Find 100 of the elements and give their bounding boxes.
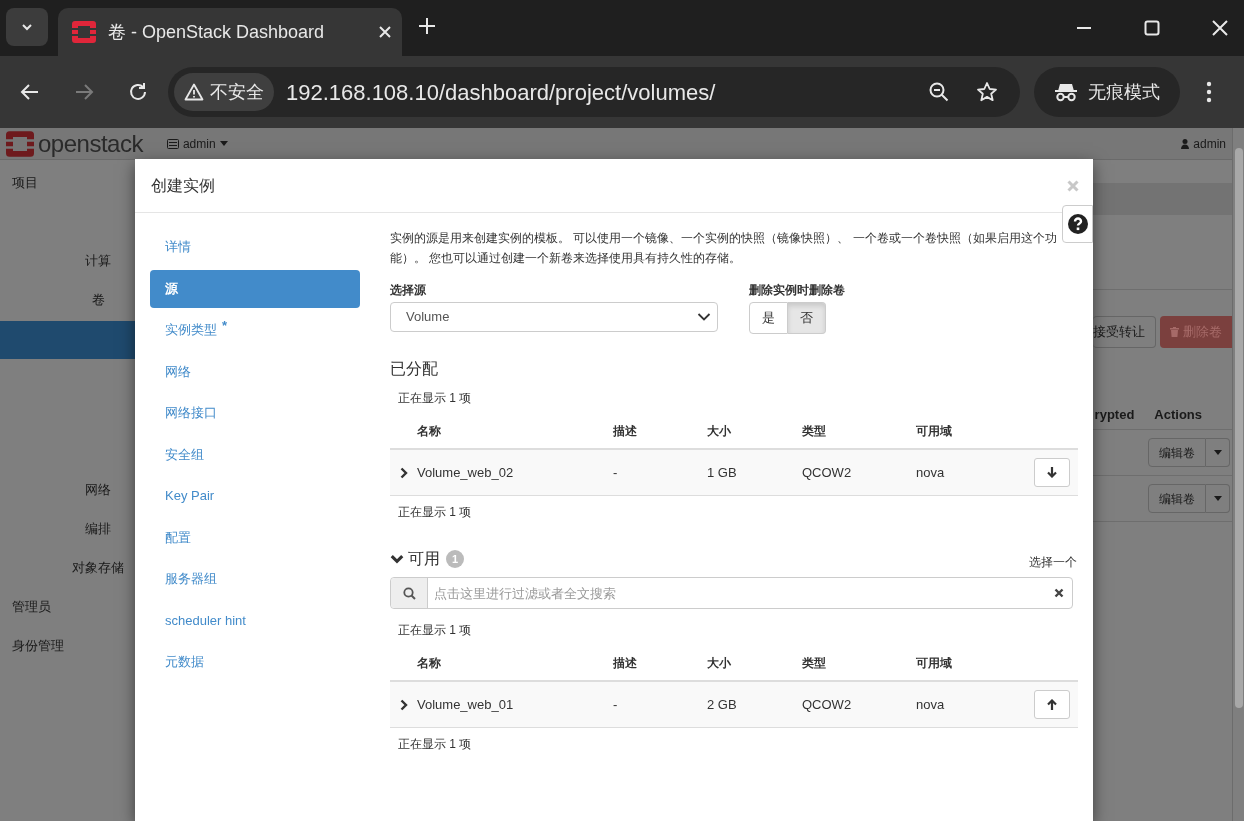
column-header: 名称 <box>417 654 441 672</box>
sidebar-item[interactable]: 对象存储 <box>72 548 124 587</box>
scrollbar[interactable] <box>1232 128 1244 821</box>
column-header: Actions <box>1154 405 1202 424</box>
nav-tab[interactable]: scheduler hint <box>150 601 360 640</box>
modal-title: 创建实例 <box>151 175 215 196</box>
incognito-icon <box>1054 82 1078 102</box>
chevron-down-icon <box>697 312 711 322</box>
new-tab-icon[interactable] <box>418 17 436 35</box>
brand-name: openstack <box>38 131 143 156</box>
add-button[interactable] <box>1034 690 1070 719</box>
table-cell-text: nova <box>916 695 945 714</box>
zoom-icon[interactable] <box>928 81 950 103</box>
help-icon <box>1067 214 1088 234</box>
scrollbar-thumb[interactable] <box>1234 148 1243 708</box>
table-cell-text: Volume_web_01 <box>417 695 514 714</box>
sidebar-item[interactable]: 身份管理 <box>12 626 64 665</box>
back-icon[interactable] <box>20 82 40 102</box>
table-cell-text: QCOW2 <box>802 463 852 482</box>
edit-button[interactable]: 编辑卷 <box>1148 484 1206 513</box>
dropdown-button[interactable] <box>1206 484 1230 513</box>
menu-icon[interactable] <box>1206 81 1212 103</box>
column-header: 描述 <box>613 422 637 440</box>
edit-button[interactable]: 编辑卷 <box>1148 438 1206 467</box>
nav-tab[interactable]: 网络 <box>150 352 360 391</box>
tab-title: 卷 - OpenStack Dashboard <box>108 20 326 44</box>
reload-icon[interactable] <box>128 82 148 102</box>
table-cell-text: 1 GB <box>707 463 737 482</box>
table-cell-text: - <box>613 695 618 714</box>
count-text: 正在显示 1 项 <box>397 390 473 407</box>
table-cell-text: nova <box>916 463 945 482</box>
hint-text: 选择一个 <box>1029 554 1077 571</box>
security-chip[interactable]: 不安全 <box>174 73 274 111</box>
source-select[interactable]: Volume <box>390 302 718 332</box>
sidebar-item[interactable]: 项目 <box>12 163 38 202</box>
table-cell-text: - <box>613 463 618 482</box>
column-header: 名称 <box>417 422 441 440</box>
url-text: 192.168.108.10/dashboard/project/volumes/ <box>286 78 717 107</box>
nav-tab[interactable]: 服务器组 <box>150 560 360 598</box>
sidebar-item[interactable]: 卷 <box>91 280 105 319</box>
arrow-down-icon <box>1047 467 1057 478</box>
nav-tab[interactable]: 实例类型 * <box>150 311 360 349</box>
description-text: 实例的源是用来创建实例的模板。 可以使用一个镜像、一个实例的快照（镜像快照）、 一个卷或一个卷快照（如果启用这个功能）。 您也可以通过创建一个新卷来选择使用具有持久性的存储。 <box>390 230 1058 267</box>
nav-tab[interactable]: 安全组 <box>150 435 360 474</box>
help-button[interactable] <box>1062 205 1093 243</box>
incognito-label: 无痕模式 <box>1088 80 1160 104</box>
remove-button[interactable] <box>1034 458 1070 487</box>
nav-tab[interactable]: 源 <box>150 269 360 308</box>
toggle-option[interactable]: 是 <box>749 302 788 334</box>
count-text: 正在显示 1 项 <box>397 736 473 753</box>
dropdown-button[interactable] <box>1206 438 1230 467</box>
column-header: 类型 <box>802 654 826 672</box>
table-cell-text: Volume_web_02 <box>417 463 514 482</box>
sidebar-item[interactable]: 计算 <box>85 241 111 280</box>
column-header: 大小 <box>707 654 731 672</box>
user-menu[interactable]: admin <box>1181 134 1226 153</box>
incognito-button[interactable]: 无痕模式 <box>1034 67 1180 117</box>
server-icon <box>166 138 179 149</box>
toggle-option[interactable]: 否 <box>788 302 826 334</box>
user-icon <box>1181 138 1190 149</box>
sidebar-item[interactable]: 管理员 <box>12 587 51 626</box>
table-cell-text: 2 GB <box>707 695 737 714</box>
search-icon <box>402 586 416 600</box>
field-label: 删除实例时删除卷 <box>749 282 845 299</box>
column-header: 大小 <box>707 422 731 440</box>
arrow-up-icon <box>1047 699 1057 710</box>
nav-tab[interactable]: Key Pair <box>150 477 360 515</box>
caret-icon <box>1213 450 1222 455</box>
browser-tab[interactable]: 卷 - OpenStack Dashboard <box>58 8 402 56</box>
close-icon[interactable] <box>378 25 392 39</box>
project-dropdown[interactable]: admin <box>166 134 228 153</box>
count-text: 正在显示 1 项 <box>397 504 473 521</box>
address-bar[interactable]: 不安全 192.168.108.10/dashboard/project/volumes/ <box>168 67 1020 117</box>
section-title: 可用 <box>408 549 440 569</box>
nav-tab[interactable]: 配置 <box>150 518 360 557</box>
sidebar-item[interactable]: 网络 <box>85 470 111 509</box>
forward-icon[interactable] <box>74 82 94 102</box>
star-icon[interactable] <box>976 81 998 103</box>
column-header: rypted <box>1094 405 1135 424</box>
table-cell-text: QCOW2 <box>802 695 852 714</box>
nav-tab[interactable]: 网络接口 <box>150 394 360 432</box>
caret-icon <box>219 141 228 146</box>
count-badge: 1 <box>446 550 464 568</box>
column-header: 可用域 <box>916 654 952 672</box>
column-header: 可用域 <box>916 422 952 440</box>
nav-tab[interactable]: 元数据 <box>150 643 360 681</box>
accept-transfer-button[interactable]: 接受转让 <box>1093 316 1156 348</box>
caret-icon <box>1213 496 1222 501</box>
maximize-icon[interactable] <box>1144 20 1160 36</box>
count-text: 正在显示 1 项 <box>397 622 473 639</box>
nav-tab[interactable]: 详情 <box>150 228 360 266</box>
logo-icon <box>6 130 34 157</box>
chevron-right-icon[interactable] <box>398 466 410 479</box>
close-icon[interactable] <box>1212 20 1228 36</box>
section-title: 已分配 <box>390 359 438 379</box>
trash-icon <box>1170 327 1179 337</box>
sidebar-item[interactable]: 编排 <box>85 509 111 548</box>
clear-icon[interactable] <box>1054 588 1064 598</box>
chevron-right-icon[interactable] <box>398 698 410 711</box>
chevron-down-icon[interactable] <box>390 552 404 566</box>
